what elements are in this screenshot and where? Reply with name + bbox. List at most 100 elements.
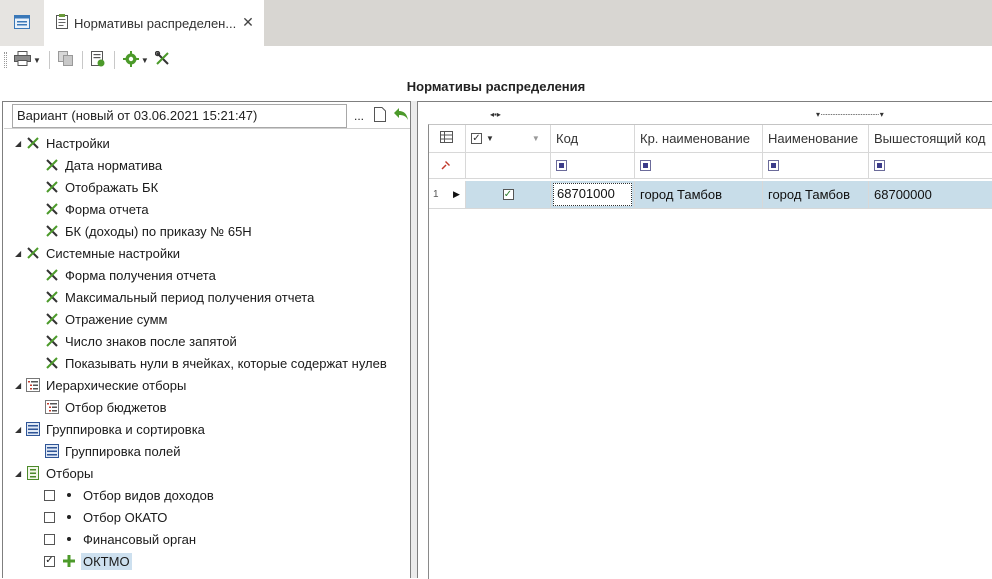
grid-corner[interactable]	[429, 125, 466, 153]
tools-button[interactable]	[152, 49, 173, 71]
column-header-parent-code[interactable]: Вышестоящий код	[869, 125, 992, 153]
page-title: Нормативы распределения	[406, 79, 586, 94]
select-all-header[interactable]: ✓ ▼ ▼	[466, 125, 551, 153]
plus-icon	[61, 553, 77, 569]
column-resize-icon[interactable]: ◂▪▸	[490, 110, 501, 119]
tree-item-label: Финансовый орган	[83, 531, 197, 547]
tree-item[interactable]: Отражение сумм	[4, 308, 410, 330]
tree-group-settings[interactable]: ◢ Настройки	[4, 132, 410, 154]
tree-item[interactable]: Отображать БК	[4, 176, 410, 198]
tree-group-label: Отборы	[46, 465, 94, 481]
export-button[interactable]	[88, 49, 109, 71]
tree-item[interactable]: Отбор бюджетов	[4, 396, 410, 418]
cell-short-name[interactable]: город Тамбов	[635, 181, 763, 209]
tree-group-hierarchical-filters[interactable]: ◢ Иерархические отборы	[4, 374, 410, 396]
printer-icon	[14, 51, 31, 69]
document-icon	[56, 14, 68, 32]
filter-button[interactable]	[556, 160, 567, 171]
variant-undo-button[interactable]	[392, 105, 410, 127]
tab-strip: Нормативы распределен... ✕	[0, 0, 992, 46]
filter-cell[interactable]	[869, 153, 992, 179]
tree-item[interactable]: Финансовый орган	[4, 528, 410, 550]
filter-cell[interactable]	[763, 153, 869, 179]
tree-group-system-settings[interactable]: ◢ Системные настройки	[4, 242, 410, 264]
table-row[interactable]: 1 ▶ ✓ 68701000 город Тамбов город Тамбов…	[429, 181, 992, 209]
tree-item-label: Форма получения отчета	[65, 267, 216, 283]
filter-button[interactable]	[874, 160, 885, 171]
tree-item[interactable]: ✓ ОКТМО	[4, 550, 410, 572]
chevron-down-icon[interactable]: ▼	[141, 56, 149, 65]
variant-field[interactable]: Вариант (новый от 03.06.2021 15:21:47)	[12, 103, 347, 128]
settings-button[interactable]: ▼	[120, 49, 152, 71]
filter-button[interactable]	[640, 160, 651, 171]
cell-parent-code[interactable]: 68700000	[869, 181, 992, 209]
column-header-short-name[interactable]: Кр. наименование	[635, 125, 763, 153]
tab-home[interactable]	[0, 0, 44, 46]
tree-group-grouping-sorting[interactable]: ◢ Группировка и сортировка	[4, 418, 410, 440]
undo-arrow-icon	[393, 107, 409, 124]
checkbox-checked[interactable]: ✓	[471, 133, 482, 144]
report-export-icon	[90, 50, 106, 70]
copy-button[interactable]	[55, 49, 77, 71]
tree-item-label: Число знаков после запятой	[65, 333, 237, 349]
toolbar-separator	[48, 51, 50, 69]
checkbox[interactable]	[44, 511, 55, 523]
checkbox[interactable]	[44, 489, 55, 501]
gear-icon	[122, 50, 139, 70]
tree-item[interactable]: БК (доходы) по приказу № 65Н	[4, 220, 410, 242]
wrench-cross-icon	[44, 179, 60, 195]
tree-item[interactable]: Отбор видов доходов	[4, 484, 410, 506]
toolbar-separator	[81, 51, 83, 69]
tree-item[interactable]: Форма отчета	[4, 198, 410, 220]
cell-code[interactable]: 68701000	[551, 181, 635, 209]
close-icon[interactable]: ✕	[240, 14, 256, 30]
tree-item[interactable]: Форма получения отчета	[4, 264, 410, 286]
checkbox-checked[interactable]: ✓	[502, 189, 514, 200]
wrench-cross-icon	[44, 333, 60, 349]
variant-row: Вариант (новый от 03.06.2021 15:21:47) .…	[4, 103, 410, 129]
collapse-icon[interactable]: ◢	[15, 469, 25, 478]
tab-title: Нормативы распределен...	[74, 15, 237, 31]
table-grid-icon	[440, 131, 453, 146]
row-checkbox-cell[interactable]: ✓	[466, 181, 551, 209]
row-pointer-icon: ▶	[453, 189, 460, 199]
chevron-down-icon[interactable]: ▼	[486, 134, 494, 143]
tree-item[interactable]: Отбор ОКАТО	[4, 506, 410, 528]
tree-item[interactable]: Число знаков после запятой	[4, 330, 410, 352]
filter-list-icon	[25, 465, 41, 481]
collapse-icon[interactable]: ◢	[15, 139, 25, 148]
tree-item[interactable]: Показывать нули в ячейках, которые содер…	[4, 352, 410, 374]
filter-button[interactable]	[768, 160, 779, 171]
filter-cell[interactable]	[466, 153, 551, 179]
tree-item-label: Группировка полей	[65, 443, 181, 459]
tree-item[interactable]: Максимальный период получения отчета	[4, 286, 410, 308]
column-band-icon[interactable]: ▾ ··································· ▾	[816, 110, 884, 119]
column-header-name[interactable]: Наименование	[763, 125, 869, 153]
filter-cell[interactable]	[635, 153, 763, 179]
tab-normatives[interactable]: Нормативы распределен... ✕	[44, 0, 264, 46]
tree-group-filters[interactable]: ◢ Отборы	[4, 462, 410, 484]
collapse-icon[interactable]: ◢	[15, 425, 25, 434]
checkbox[interactable]	[44, 533, 55, 545]
chevron-down-icon[interactable]: ▼	[33, 56, 41, 65]
sort-menu-icon[interactable]: ▼	[532, 134, 540, 143]
collapse-icon[interactable]: ◢	[15, 381, 25, 390]
checkbox-checked[interactable]: ✓	[44, 555, 55, 567]
grouping-icon	[25, 421, 41, 437]
code-value[interactable]: 68701000	[553, 183, 632, 206]
settings-tree: ◢ Настройки Дата норматива Отображать БК…	[4, 132, 410, 572]
tree-group-label: Системные настройки	[46, 245, 181, 261]
filter-cell[interactable]	[551, 153, 635, 179]
tree-item[interactable]: Дата норматива	[4, 154, 410, 176]
collapse-icon[interactable]: ◢	[15, 249, 25, 258]
row-number: 1	[429, 181, 451, 209]
bullet-icon	[67, 515, 71, 519]
print-button[interactable]: ▼	[11, 49, 44, 71]
cell-name[interactable]: город Тамбов	[763, 181, 869, 209]
toolbar-grip[interactable]	[4, 52, 7, 68]
variant-new-button[interactable]	[371, 105, 389, 127]
tree-item[interactable]: Группировка полей	[4, 440, 410, 462]
tree-group-label: Иерархические отборы	[46, 377, 187, 393]
variant-select-button[interactable]: ...	[350, 105, 368, 127]
column-header-code[interactable]: Код	[551, 125, 635, 153]
